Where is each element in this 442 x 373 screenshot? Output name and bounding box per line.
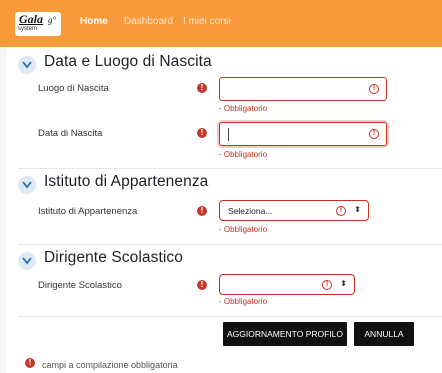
error-circle-icon: ! bbox=[336, 206, 346, 216]
left-gutter bbox=[0, 47, 6, 373]
up-down-icon: ⬍ bbox=[354, 205, 361, 214]
section-divider bbox=[18, 244, 442, 245]
error-circle-icon: ! bbox=[322, 280, 332, 290]
birthdate-input[interactable]: ! bbox=[219, 122, 387, 146]
principal-select[interactable]: ! ⬍ bbox=[219, 274, 355, 295]
cancel-button[interactable]: ANNULLA bbox=[354, 322, 414, 346]
error-circle-icon: ! bbox=[369, 129, 379, 139]
principal-error: - Obbligatorio bbox=[219, 297, 268, 306]
logo-subtitle: system bbox=[18, 26, 38, 32]
nav-dashboard-link[interactable]: Dashboard bbox=[124, 16, 173, 27]
chevron-down-icon bbox=[18, 56, 36, 74]
required-icon: ! bbox=[197, 206, 207, 216]
error-circle-icon: ! bbox=[369, 84, 379, 94]
required-icon: ! bbox=[197, 128, 207, 138]
section-divider bbox=[18, 168, 442, 169]
principal-label: Dirigente Scolastico bbox=[38, 280, 122, 291]
required-icon: ! bbox=[197, 83, 207, 93]
section-title-birth: Data e Luogo di Nascita bbox=[44, 53, 212, 70]
birthplace-label: Luogo di Nascita bbox=[38, 83, 109, 94]
logo-word: Gala bbox=[19, 12, 43, 26]
form-divider bbox=[18, 316, 442, 317]
section-title-principal: Dirigente Scolastico bbox=[44, 249, 183, 266]
section-title-institute: Istituto di Appartenenza bbox=[44, 173, 209, 190]
required-icon: ! bbox=[197, 280, 207, 290]
brand-logo[interactable]: Gala g° system bbox=[15, 12, 61, 36]
up-down-icon: ⬍ bbox=[340, 279, 347, 288]
birthplace-input[interactable]: ! bbox=[219, 77, 387, 101]
required-fields-note: campi a compilazione obbligatoria bbox=[42, 360, 178, 370]
institute-label: Istituto di Appartenenza bbox=[38, 206, 138, 217]
text-caret bbox=[228, 128, 229, 141]
birthplace-error: - Obbligatorio bbox=[219, 104, 268, 113]
top-navbar: Gala g° system Home Dashboard I miei cor… bbox=[0, 0, 442, 47]
institute-select-value: Seleziona... bbox=[228, 206, 273, 216]
nav-home-link[interactable]: Home bbox=[80, 16, 108, 27]
chevron-down-icon bbox=[18, 252, 36, 270]
logo-mark: g° bbox=[48, 15, 57, 25]
institute-select[interactable]: Seleziona... ! ⬍ bbox=[219, 200, 369, 221]
update-profile-button[interactable]: AGGIORNAMENTO PROFILO bbox=[223, 322, 347, 346]
institute-error: - Obbligatorio bbox=[219, 225, 268, 234]
birthdate-error: - Obbligatorio bbox=[219, 150, 268, 159]
birthdate-label: Data di Nascita bbox=[38, 128, 103, 139]
required-icon: ! bbox=[25, 358, 35, 368]
nav-my-courses-link[interactable]: I miei corsi bbox=[183, 16, 231, 27]
chevron-down-icon bbox=[18, 176, 36, 194]
